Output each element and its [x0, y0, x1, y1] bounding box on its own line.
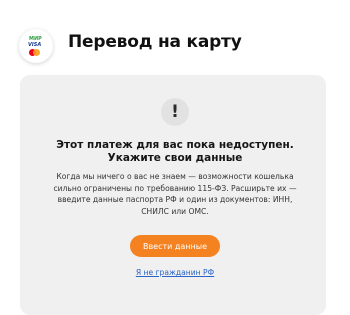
notice-heading-line-1: Этот платеж для вас пока недоступен. — [56, 139, 294, 151]
mastercard-icon — [29, 49, 41, 56]
page-title: Перевод на карту — [68, 32, 242, 52]
not-citizen-link[interactable]: Я не гражданин РФ — [100, 268, 250, 277]
notice-heading-line-2: Укажите свои данные — [107, 152, 243, 164]
notice-description-line-4: СНИЛС или ОМС. — [141, 206, 209, 216]
page-header: МИР VISA Перевод на карту — [0, 0, 350, 70]
notice-description-line-1: Когда мы ничего о вас не знаем — возможн… — [56, 172, 294, 181]
card-logo-icon: МИР VISA — [19, 29, 53, 63]
notice-description: Когда мы ничего о вас не знаем — возможн… — [40, 171, 310, 217]
visa-logo: VISA — [28, 42, 42, 48]
notice-description-line-2: сильно ограничены по требованию 115-ФЗ. … — [53, 183, 297, 193]
enter-data-button[interactable]: Ввести данные — [130, 235, 220, 257]
exclamation-icon: ! — [161, 98, 189, 126]
notice-description-line-3: введите данные паспорта РФ и один из док… — [57, 195, 293, 204]
notice-heading: Этот платеж для вас пока недоступен. Ука… — [40, 139, 310, 165]
